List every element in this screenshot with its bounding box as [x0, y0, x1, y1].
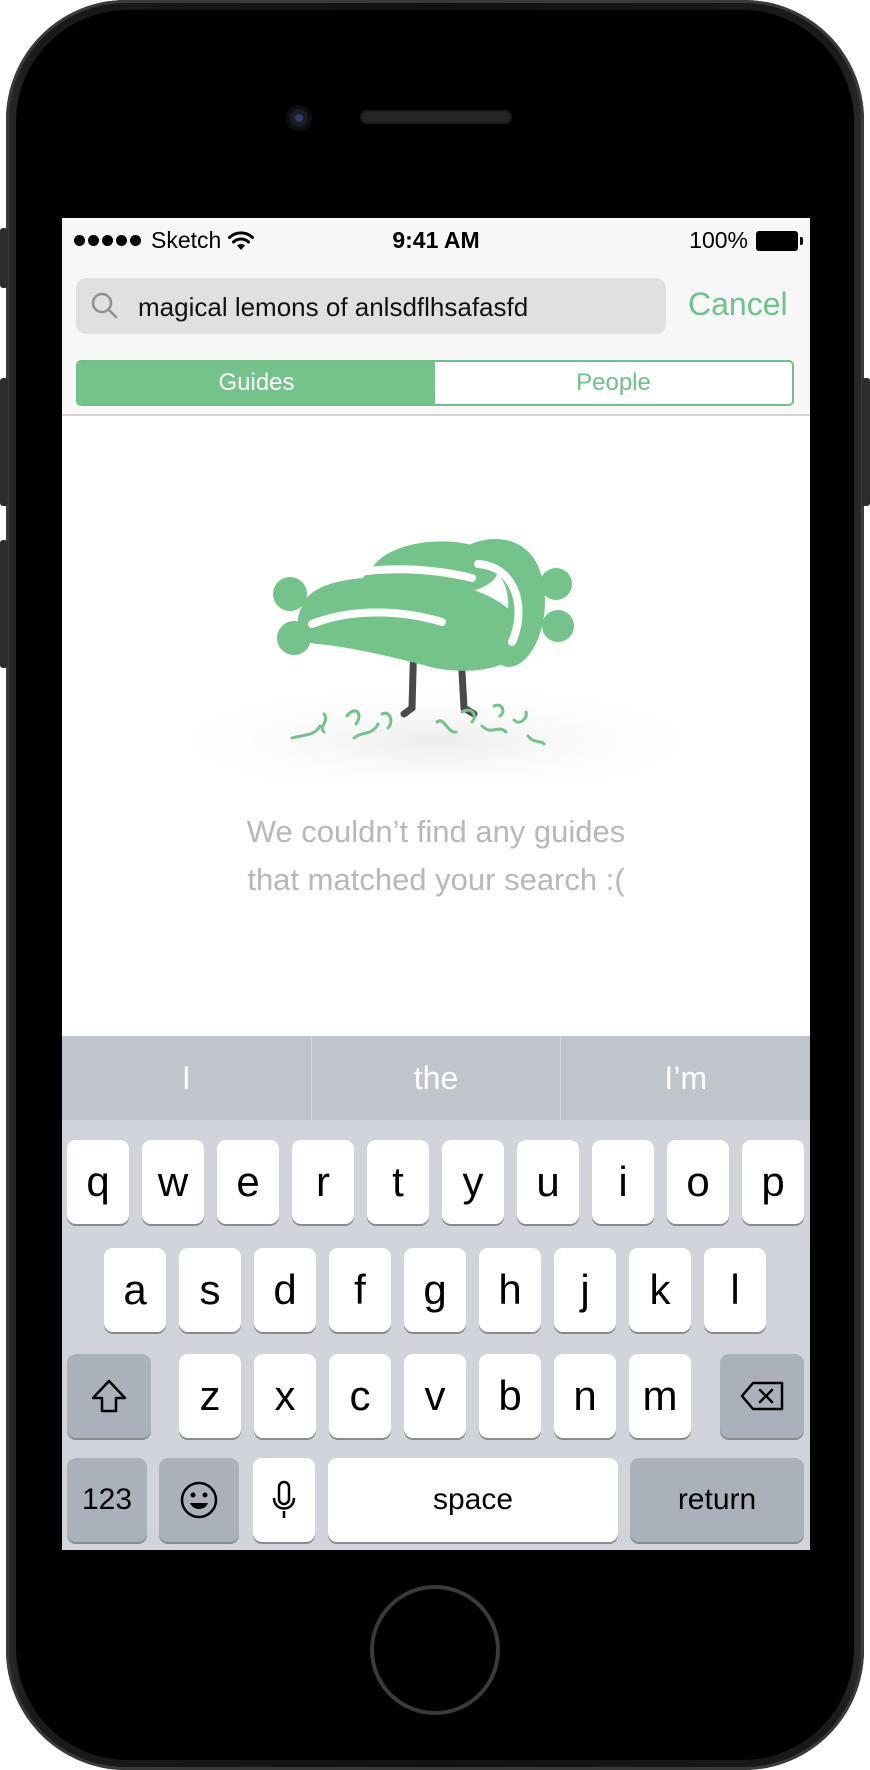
power-button — [862, 378, 870, 506]
volume-up-button — [0, 378, 8, 506]
emoji-key[interactable] — [159, 1458, 239, 1542]
key-b[interactable]: b — [479, 1354, 541, 1438]
search-input[interactable]: magical lemons of anlsdflhsafasfd — [76, 278, 666, 334]
key-a[interactable]: a — [104, 1248, 166, 1332]
key-w[interactable]: w — [142, 1140, 204, 1224]
predictive-bar: I the I’m — [62, 1036, 810, 1120]
empty-message-line-1: We couldn’t find any guides — [246, 814, 626, 849]
suggestion-1[interactable]: I — [62, 1036, 311, 1120]
front-camera — [286, 105, 312, 131]
tab-guides[interactable]: Guides — [78, 362, 435, 404]
key-z[interactable]: z — [179, 1354, 241, 1438]
key-m[interactable]: m — [629, 1354, 691, 1438]
key-f[interactable]: f — [329, 1248, 391, 1332]
key-n[interactable]: n — [554, 1354, 616, 1438]
knot-creature-illustration — [152, 539, 722, 786]
key-y[interactable]: y — [442, 1140, 504, 1224]
key-d[interactable]: d — [254, 1248, 316, 1332]
segmented-control: Guides People — [76, 360, 794, 406]
home-button[interactable] — [370, 1585, 500, 1715]
key-h[interactable]: h — [479, 1248, 541, 1332]
key-j[interactable]: j — [554, 1248, 616, 1332]
key-q[interactable]: q — [67, 1140, 129, 1224]
key-x[interactable]: x — [254, 1354, 316, 1438]
dictation-key[interactable] — [253, 1458, 315, 1542]
key-t[interactable]: t — [367, 1140, 429, 1224]
empty-message: We couldn’t find any guides that matched… — [62, 808, 810, 904]
battery-status: 100% — [689, 227, 803, 254]
key-s[interactable]: s — [179, 1248, 241, 1332]
suggestion-3[interactable]: I’m — [561, 1036, 810, 1120]
suggestion-2[interactable]: the — [312, 1036, 561, 1120]
screen: Sketch 9:41 AM 100% magical lemons of an… — [62, 218, 810, 1550]
key-o[interactable]: o — [667, 1140, 729, 1224]
shift-key[interactable] — [67, 1354, 151, 1438]
shift-icon — [91, 1379, 127, 1413]
emoji-icon — [180, 1481, 218, 1519]
empty-state: We couldn’t find any guides that matched… — [62, 416, 810, 1054]
key-p[interactable]: p — [742, 1140, 804, 1224]
key-r[interactable]: r — [292, 1140, 354, 1224]
key-c[interactable]: c — [329, 1354, 391, 1438]
return-key[interactable]: return — [630, 1458, 804, 1542]
earpiece-speaker — [360, 110, 512, 124]
space-key[interactable]: space — [328, 1458, 618, 1542]
delete-key[interactable] — [720, 1354, 804, 1438]
search-header: magical lemons of anlsdflhsafasfd Cancel… — [62, 264, 810, 416]
key-k[interactable]: k — [629, 1248, 691, 1332]
key-u[interactable]: u — [517, 1140, 579, 1224]
key-e[interactable]: e — [217, 1140, 279, 1224]
key-l[interactable]: l — [704, 1248, 766, 1332]
mute-switch — [0, 228, 8, 288]
battery-icon — [756, 230, 803, 251]
battery-percent: 100% — [689, 227, 748, 253]
cancel-button[interactable]: Cancel — [688, 286, 788, 323]
keyboard: I the I’m qwertyuiop asdfghjkl zxcvbnm 1… — [62, 1036, 810, 1550]
key-g[interactable]: g — [404, 1248, 466, 1332]
key-i[interactable]: i — [592, 1140, 654, 1224]
key-v[interactable]: v — [404, 1354, 466, 1438]
volume-down-button — [0, 540, 8, 668]
backspace-icon — [740, 1381, 784, 1411]
microphone-icon — [272, 1480, 296, 1518]
status-bar: Sketch 9:41 AM 100% — [62, 218, 810, 264]
search-icon — [91, 292, 118, 319]
search-query[interactable]: magical lemons of anlsdflhsafasfd — [138, 292, 528, 323]
empty-message-line-2: that matched your search :( — [247, 862, 625, 897]
numbers-key[interactable]: 123 — [67, 1458, 147, 1542]
tab-people[interactable]: People — [435, 362, 792, 404]
